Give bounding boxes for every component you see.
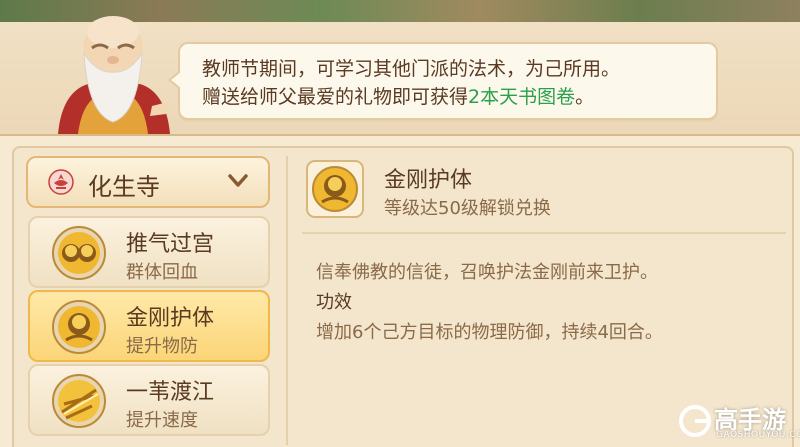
dialog-line-2-prefix: 赠送给师父最爱的礼物即可获得	[202, 86, 469, 108]
detail-skill-title: 金刚护体	[384, 168, 473, 193]
skill-desc: 群体回血	[126, 262, 198, 283]
brand-logo-icon	[679, 405, 711, 437]
detail-unlock-requirement: 等级达50级解锁兑换	[384, 198, 551, 219]
lotus-sect-icon	[48, 169, 74, 195]
chevron-down-icon	[228, 174, 248, 187]
skill-name: 金刚护体	[126, 306, 215, 331]
detail-description: 信奉佛教的信徒，召唤护法金刚前来卫护。	[316, 262, 658, 283]
skill-name: 一苇渡江	[126, 380, 215, 405]
skill-desc: 提升物防	[126, 336, 198, 357]
skill-item-yiwei-dujiang[interactable]: 一苇渡江 提升速度	[28, 364, 270, 436]
twin-golden-heads-icon	[52, 226, 106, 280]
skill-desc: 提升速度	[126, 410, 198, 431]
sect-dropdown-label: 化生寺	[88, 173, 160, 201]
watermark: 高手游 GAOSHOUYOU.COM	[672, 400, 800, 445]
detail-effect-text: 增加6个己方目标的物理防御，持续4回合。	[316, 322, 663, 343]
dialog-highlight-reward: 2本天书图卷	[468, 86, 576, 108]
sect-dropdown[interactable]: 化生寺	[26, 156, 270, 208]
divider	[302, 232, 786, 234]
golden-rays-icon	[52, 374, 106, 428]
panel-divider	[286, 156, 288, 445]
dialog-line-1: 教师节期间，可学习其他门派的法术，为己所用。	[202, 58, 621, 80]
elder-master-portrait	[58, 16, 170, 134]
skill-name: 推气过宫	[126, 232, 215, 257]
dialog-line-2: 赠送给师父最爱的礼物即可获得2本天书图卷。	[202, 82, 594, 109]
golden-guardian-icon	[52, 300, 106, 354]
skill-item-tuiqi-guogong[interactable]: 推气过宫 群体回血	[28, 216, 270, 288]
speech-bubble: 教师节期间，可学习其他门派的法术，为己所用。 赠送给师父最爱的礼物即可获得2本天…	[168, 42, 718, 120]
skill-item-jingang-huti[interactable]: 金刚护体 提升物防	[28, 290, 270, 362]
dialog-line-2-suffix: 。	[575, 86, 595, 108]
watermark-domain: GAOSHOUYOU.COM	[716, 430, 800, 440]
detail-effect-heading: 功效	[316, 292, 352, 313]
golden-guardian-icon	[306, 160, 364, 218]
